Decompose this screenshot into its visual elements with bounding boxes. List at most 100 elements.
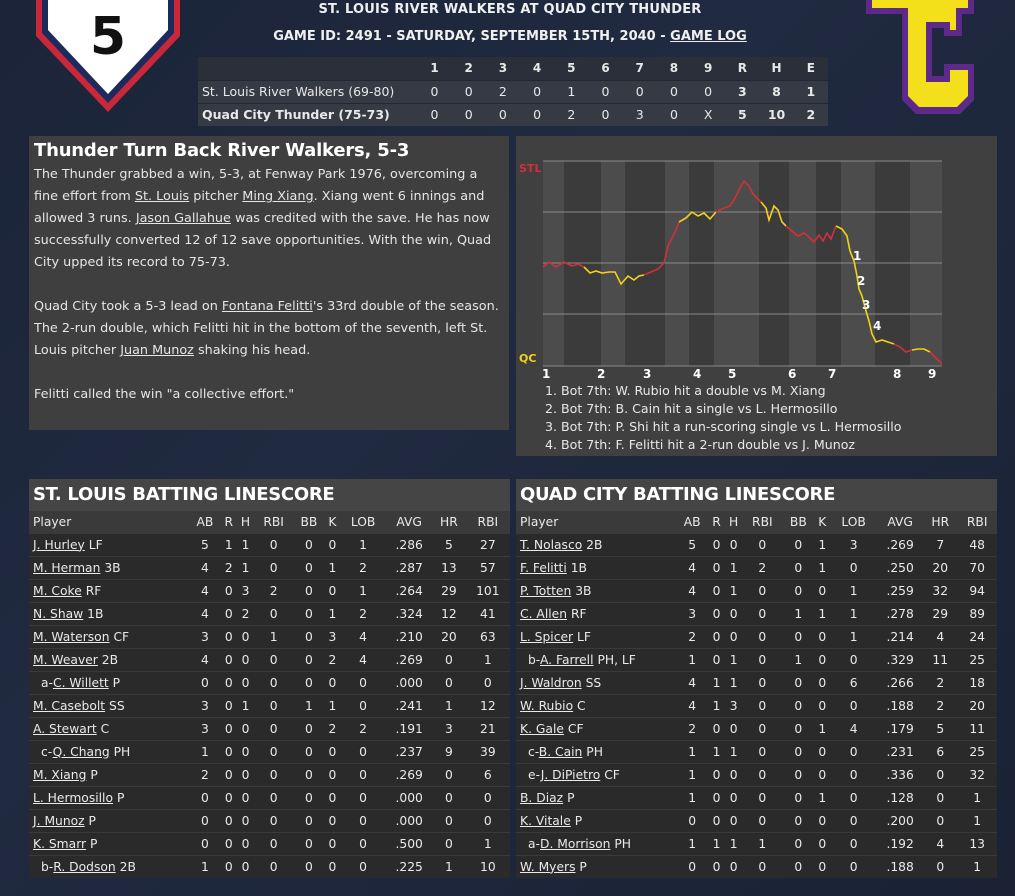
- stat-cell: 29: [923, 601, 958, 625]
- column-header[interactable]: AB: [189, 511, 221, 533]
- player-link[interactable]: W. Myers: [520, 860, 575, 874]
- player-link[interactable]: L. Spicer: [520, 630, 573, 644]
- player-link[interactable]: K. Gale: [520, 722, 564, 736]
- column-header[interactable]: AVG: [877, 511, 924, 533]
- player-link[interactable]: M. Casebolt: [33, 699, 105, 713]
- player-link[interactable]: M. Waterson: [33, 630, 110, 644]
- player-position: P: [579, 859, 587, 874]
- stat-cell: 12: [465, 693, 510, 717]
- game-log-link[interactable]: GAME LOG: [670, 29, 747, 44]
- player-link[interactable]: K. Smarr: [33, 837, 86, 851]
- stat-cell: 1: [676, 739, 709, 763]
- player-link[interactable]: R. Dodson: [53, 860, 115, 874]
- column-header[interactable]: LOB: [830, 511, 878, 533]
- column-header[interactable]: AVG: [386, 511, 433, 533]
- player-cell: a-D. Morrison PH: [516, 831, 676, 855]
- column-header[interactable]: H: [236, 511, 255, 533]
- column-header[interactable]: RBI: [254, 511, 294, 533]
- player-link-ming-xiang[interactable]: Ming Xiang: [242, 189, 313, 204]
- stat-cell: 0: [830, 693, 878, 717]
- player-link[interactable]: N. Shaw: [33, 607, 83, 621]
- stat-cell: .225: [386, 854, 433, 878]
- stat-cell: 0: [189, 808, 221, 832]
- player-link[interactable]: P. Totten: [520, 584, 571, 598]
- stat-cell: 1: [814, 716, 831, 740]
- player-position: PH: [586, 744, 603, 759]
- game-info-text: GAME ID: 2491 - SATURDAY, SEPTEMBER 15TH…: [273, 29, 671, 44]
- player-link[interactable]: J. Waldron: [520, 676, 582, 690]
- player-link[interactable]: M. Herman: [33, 561, 100, 575]
- player-link[interactable]: J. DiPietro: [541, 768, 601, 782]
- player-link-juan-munoz[interactable]: Juan Munoz: [120, 343, 194, 358]
- player-link[interactable]: C. Willett: [53, 676, 109, 690]
- player-link[interactable]: F. Felitti: [520, 561, 567, 575]
- column-header[interactable]: Player: [29, 511, 189, 533]
- stat-cell: 1: [324, 693, 340, 717]
- player-link[interactable]: M. Xiang: [33, 768, 86, 782]
- stat-cell: 0: [814, 739, 831, 763]
- column-header[interactable]: K: [324, 511, 340, 533]
- column-header[interactable]: BB: [782, 511, 815, 533]
- stat-cell: 3: [676, 601, 709, 625]
- column-header[interactable]: H: [724, 511, 743, 533]
- player-cell: M. Xiang P: [29, 762, 189, 786]
- player-cell: c-B. Cain PH: [516, 739, 676, 763]
- away-runs: 3: [725, 79, 760, 103]
- column-header[interactable]: HR: [923, 511, 958, 533]
- player-link[interactable]: B. Diaz: [520, 791, 563, 805]
- column-header[interactable]: RBI: [957, 511, 997, 533]
- column-header[interactable]: LOB: [340, 511, 387, 533]
- player-link[interactable]: T. Nolasco: [520, 538, 582, 552]
- column-header[interactable]: R: [708, 511, 725, 533]
- column-header[interactable]: AB: [676, 511, 709, 533]
- stat-cell: 0: [220, 624, 237, 648]
- stat-cell: 2: [923, 670, 958, 694]
- player-cell: M. Coke RF: [29, 578, 189, 602]
- home-batting-title: QUAD CITY BATTING LINESCORE: [516, 479, 997, 511]
- player-link[interactable]: W. Rubio: [520, 699, 573, 713]
- stat-cell: 0: [830, 831, 878, 855]
- stat-cell: 1: [724, 739, 743, 763]
- stat-cell: 1: [676, 831, 709, 855]
- player-link[interactable]: J. Munoz: [33, 814, 85, 828]
- player-link[interactable]: M. Coke: [33, 584, 82, 598]
- inning-4-header: 4: [520, 57, 555, 80]
- stat-cell: 0: [324, 578, 340, 602]
- player-link[interactable]: D. Morrison: [540, 837, 610, 851]
- team-link-st-louis[interactable]: St. Louis: [135, 189, 189, 204]
- linescore-away-row: St. Louis River Walkers (69-80) 0 0 2 0 …: [198, 79, 828, 103]
- column-header[interactable]: R: [220, 511, 237, 533]
- column-header[interactable]: HR: [432, 511, 466, 533]
- player-link[interactable]: K. Vitale: [520, 814, 571, 828]
- player-link-jason-gallahue[interactable]: Jason Gallahue: [136, 211, 231, 226]
- table-row: b-R. Dodson 2B 1 0 0 0 0 0 0.225 1 10: [29, 854, 510, 878]
- column-header[interactable]: K: [814, 511, 831, 533]
- player-position: P: [116, 790, 125, 805]
- story-text: pitcher: [189, 189, 243, 204]
- column-header[interactable]: Player: [516, 511, 676, 533]
- player-link[interactable]: L. Hermosillo: [33, 791, 113, 805]
- stat-cell: 0: [708, 762, 725, 786]
- stat-cell: 0: [782, 532, 815, 556]
- player-link-fontana-felitti[interactable]: Fontana Felitti: [222, 299, 313, 314]
- stat-cell: 0: [782, 739, 815, 763]
- player-link[interactable]: A. Stewart: [33, 722, 97, 736]
- stat-cell: 1: [724, 578, 743, 602]
- player-cell: N. Shaw 1B: [29, 601, 189, 625]
- player-link[interactable]: C. Allen: [520, 607, 567, 621]
- player-link[interactable]: J. Hurley: [33, 538, 85, 552]
- inning-tick: 6: [788, 367, 796, 381]
- stat-cell: 0: [742, 532, 783, 556]
- player-link[interactable]: Q. Chang: [53, 745, 110, 759]
- column-header[interactable]: BB: [293, 511, 325, 533]
- column-header[interactable]: RBI: [742, 511, 783, 533]
- player-link[interactable]: A. Farrell: [540, 653, 594, 667]
- player-position: CF: [604, 767, 620, 782]
- table-row: J. Hurley LF 5 1 1 0 0 0 1.286 5 27: [29, 532, 510, 556]
- linescore-home-row: Quad City Thunder (75-73) 0 0 0 0 2 0 3 …: [198, 102, 828, 126]
- player-link[interactable]: M. Weaver: [33, 653, 98, 667]
- player-link[interactable]: B. Cain: [539, 745, 583, 759]
- linescore-header-row: 1 2 3 4 5 6 7 8 9 R H E: [198, 57, 828, 80]
- inning-tick: 8: [893, 367, 901, 381]
- column-header[interactable]: RBI: [465, 511, 510, 533]
